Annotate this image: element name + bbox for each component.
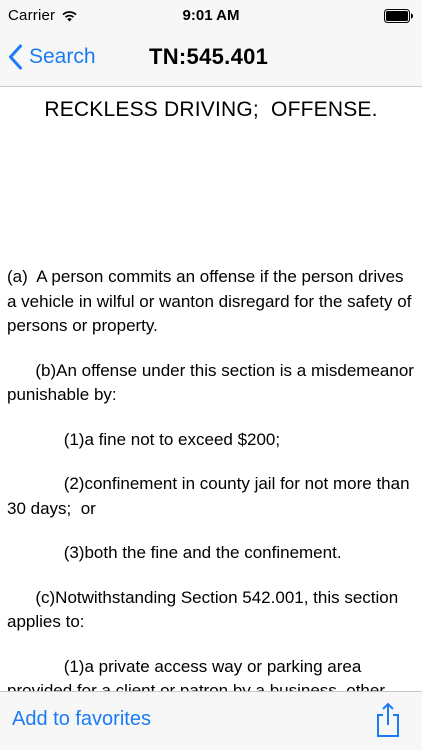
statute-paragraph: (c)Notwithstanding Section 542.001, this… — [7, 587, 403, 632]
statute-paragraph: (1)a fine not to exceed $200; — [7, 429, 281, 449]
share-button[interactable] — [374, 702, 402, 738]
chevron-left-icon — [9, 44, 22, 70]
battery-icon — [384, 9, 413, 23]
share-icon — [377, 702, 399, 737]
navigation-bar: Search TN:545.401 — [0, 30, 422, 87]
back-button-label: Search — [29, 45, 96, 68]
statute-paragraph: (a) A person commits an offense if the p… — [7, 267, 417, 335]
statute-paragraph: (3)both the fine and the confinement. — [7, 543, 342, 562]
statute-paragraph: (1)a private access way or parking area … — [7, 656, 385, 692]
statute-heading: RECKLESS DRIVING; OFFENSE. — [44, 98, 378, 121]
status-time: 9:01 AM — [182, 7, 240, 24]
statute-body: (a) A person commits an offense if the p… — [7, 265, 415, 691]
add-to-favorites-button[interactable]: Add to favorites — [12, 708, 151, 731]
bottom-toolbar: Add to favorites — [0, 691, 422, 750]
app-screen: Carrier 9:01 AM Search TN:545.401 RECKLE… — [0, 0, 422, 750]
status-bar: Carrier 9:01 AM — [0, 0, 422, 30]
statute-content[interactable]: RECKLESS DRIVING; OFFENSE. (a) A person … — [0, 87, 422, 691]
statute-paragraph: (b)An offense under this section is a mi… — [7, 360, 419, 405]
page-title: TN:545.401 — [149, 44, 269, 69]
statute-paragraph: (2)confinement in county jail for not mo… — [7, 474, 415, 518]
back-button[interactable]: Search — [8, 40, 96, 74]
